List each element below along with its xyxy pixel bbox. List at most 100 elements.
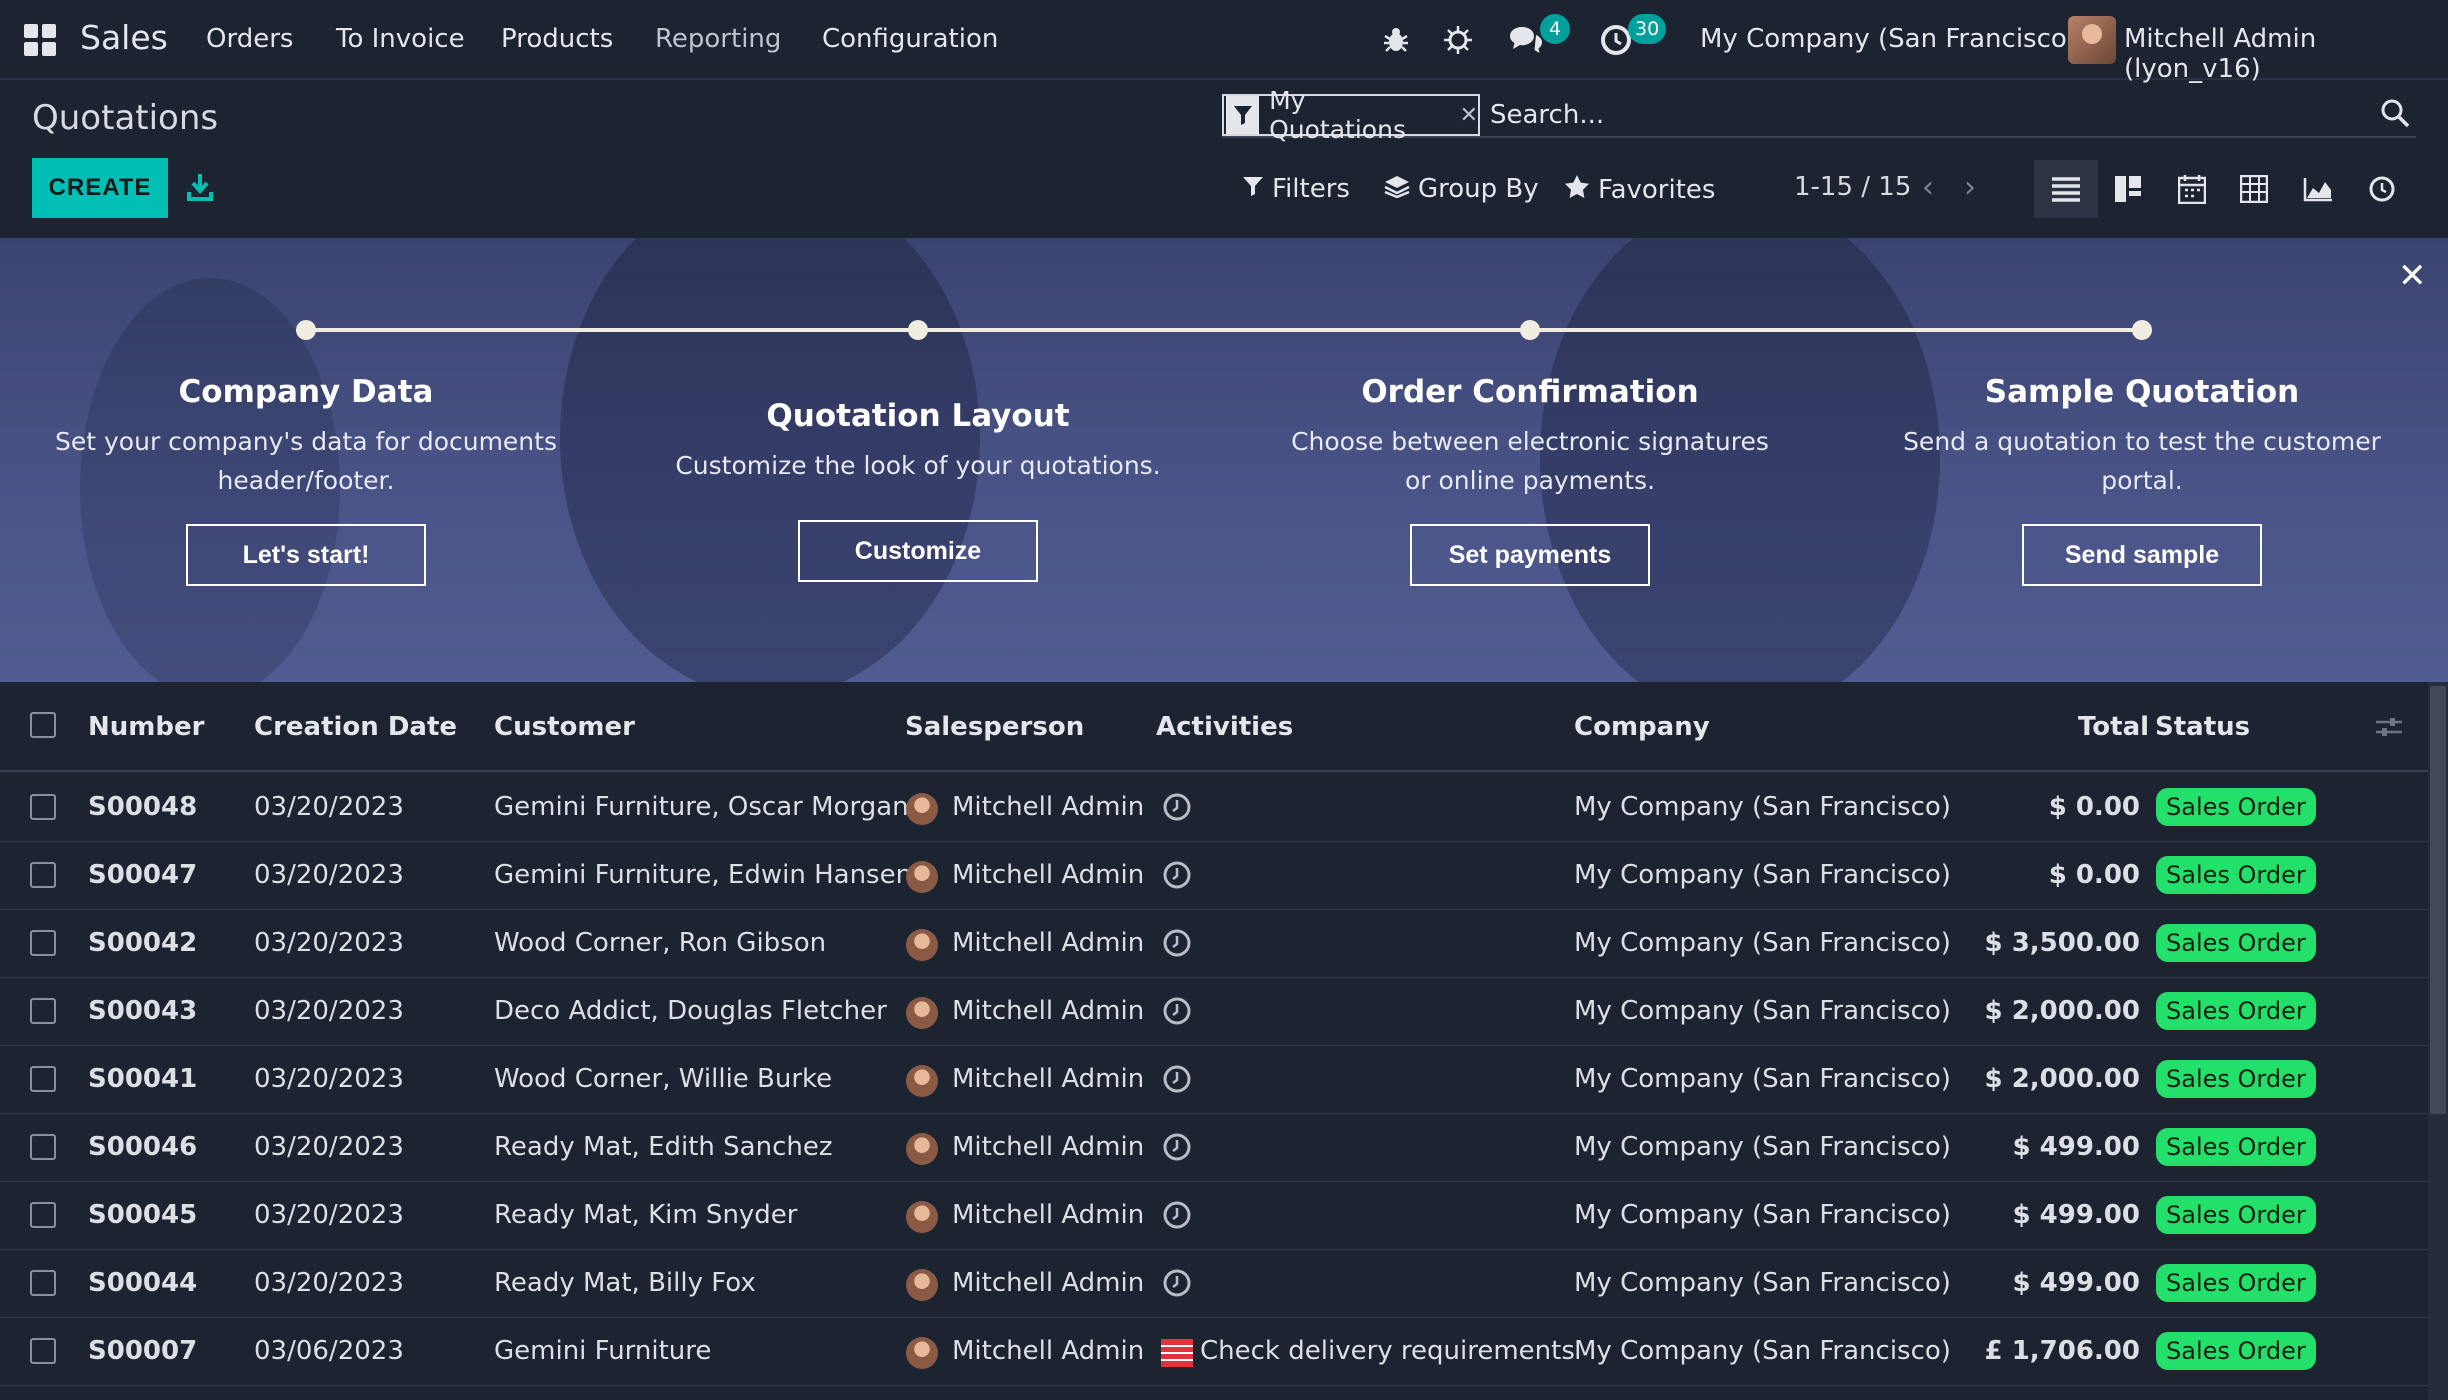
- column-header-customer[interactable]: Customer: [494, 712, 635, 742]
- total-amount: $ 0.00: [2048, 792, 2140, 822]
- create-button[interactable]: CREATE: [32, 158, 168, 218]
- company-name: My Company (San Francisco): [1574, 996, 1951, 1026]
- column-header-status[interactable]: Status: [2155, 712, 2250, 742]
- groupby-button[interactable]: Group By: [1384, 174, 1539, 204]
- salesperson-avatar: [906, 793, 938, 825]
- menu-orders[interactable]: Orders: [206, 24, 293, 54]
- row-checkbox[interactable]: [30, 930, 56, 956]
- optional-columns-icon[interactable]: [2374, 712, 2404, 742]
- favorites-button[interactable]: Favorites: [1564, 174, 1715, 206]
- creation-date: 03/20/2023: [254, 1064, 404, 1094]
- salesperson-avatar: [906, 1337, 938, 1369]
- search-facet[interactable]: My Quotations ✕: [1222, 86, 1480, 144]
- progress-line: [306, 328, 918, 332]
- activity-clock-icon[interactable]: [1162, 1200, 1192, 1230]
- activity-calendar-icon[interactable]: [1160, 1338, 1194, 1368]
- menu-reporting[interactable]: Reporting: [655, 24, 781, 54]
- lets-start-button[interactable]: Let's start!: [186, 524, 426, 586]
- user-avatar[interactable]: [2068, 16, 2116, 64]
- activity-clock-icon[interactable]: [1162, 792, 1192, 822]
- status-badge: Sales Order: [2156, 856, 2316, 894]
- activity-clock-icon[interactable]: [1162, 1064, 1192, 1094]
- row-checkbox[interactable]: [30, 1202, 56, 1228]
- send-sample-button[interactable]: Send sample: [2022, 524, 2262, 586]
- theme-toggle-icon[interactable]: [1440, 22, 1476, 58]
- table-row[interactable]: S00047 03/20/2023 Gemini Furniture, Edwin …: [0, 842, 2428, 910]
- pivot-view-icon[interactable]: [2222, 160, 2286, 218]
- pager-value[interactable]: 1-15 / 15: [1794, 172, 1911, 202]
- table-row[interactable]: S00043 03/20/2023 Deco Addict, Douglas Fle…: [0, 978, 2428, 1046]
- row-checkbox[interactable]: [30, 1270, 56, 1296]
- progress-line: [918, 328, 1530, 332]
- app-brand[interactable]: Sales: [80, 18, 168, 57]
- column-header-company[interactable]: Company: [1574, 712, 1710, 742]
- activity-view-icon[interactable]: [2350, 160, 2414, 218]
- select-all-checkbox[interactable]: [30, 712, 56, 738]
- creation-date: 03/20/2023: [254, 1200, 404, 1230]
- kanban-view-icon[interactable]: [2096, 160, 2160, 218]
- company-name: My Company (San Francisco): [1574, 1132, 1951, 1162]
- row-checkbox[interactable]: [30, 862, 56, 888]
- column-header-activities[interactable]: Activities: [1156, 712, 1293, 742]
- activity-clock-icon[interactable]: [1162, 928, 1192, 958]
- step-desc: or online payments.: [1404, 466, 1656, 495]
- messages-icon[interactable]: [1508, 22, 1544, 58]
- customer-name: Ready Mat, Billy Fox: [494, 1268, 756, 1298]
- table-row[interactable]: S00007 03/06/2023 Gemini Furniture Mitchell…: [0, 1318, 2428, 1386]
- table-scrollbar-thumb[interactable]: [2430, 686, 2446, 1114]
- table-row[interactable]: S00045 03/20/2023 Ready Mat, Kim Snyder Mit…: [0, 1182, 2428, 1250]
- column-header-total[interactable]: Total: [2078, 712, 2149, 742]
- filters-button[interactable]: Filters: [1242, 174, 1350, 204]
- company-switcher[interactable]: My Company (San Francisco): [1700, 24, 2077, 54]
- column-header-creation-date[interactable]: Creation Date: [254, 712, 457, 742]
- step-title-quotation-layout: Quotation Layout: [766, 398, 1070, 434]
- facet-remove-icon[interactable]: ✕: [1460, 103, 1478, 128]
- row-checkbox[interactable]: [30, 998, 56, 1024]
- column-header-salesperson[interactable]: Salesperson: [905, 712, 1084, 742]
- activity-summary[interactable]: Check delivery requirements: [1200, 1336, 1575, 1366]
- salesperson-avatar: [906, 861, 938, 893]
- row-checkbox[interactable]: [30, 1338, 56, 1364]
- column-header-number[interactable]: Number: [88, 712, 204, 742]
- page-title: Quotations: [32, 98, 219, 138]
- graph-view-icon[interactable]: [2286, 160, 2350, 218]
- list-view-icon[interactable]: [2034, 160, 2098, 218]
- creation-date: 03/20/2023: [254, 1132, 404, 1162]
- customize-button[interactable]: Customize: [798, 520, 1038, 582]
- company-name: My Company (San Francisco): [1574, 1200, 1951, 1230]
- activity-clock-icon[interactable]: [1162, 1132, 1192, 1162]
- top-navbar: Sales Orders To Invoice Products Reporti…: [0, 0, 2448, 84]
- row-checkbox[interactable]: [30, 1134, 56, 1160]
- activity-clock-icon[interactable]: [1162, 996, 1192, 1026]
- menu-to-invoice[interactable]: To Invoice: [336, 24, 465, 54]
- table-row[interactable]: S00044 03/20/2023 Ready Mat, Billy Fox Mitc…: [0, 1250, 2428, 1318]
- search-icon[interactable]: [2380, 98, 2410, 128]
- apps-menu-icon[interactable]: [24, 24, 56, 56]
- user-menu[interactable]: Mitchell Admin (lyon_v16): [2124, 24, 2448, 84]
- pager-next-icon[interactable]: ›: [1964, 170, 1976, 205]
- activity-clock-icon[interactable]: [1162, 860, 1192, 890]
- table-row[interactable]: S00042 03/20/2023 Wood Corner, Ron Gibson M…: [0, 910, 2428, 978]
- step-title-sample-quotation: Sample Quotation: [1984, 374, 2300, 410]
- debug-bug-icon[interactable]: [1378, 22, 1414, 58]
- search-bar: My Quotations ✕: [1222, 86, 2416, 144]
- activity-clock-icon[interactable]: [1162, 1268, 1192, 1298]
- row-checkbox[interactable]: [30, 794, 56, 820]
- close-banner-icon[interactable]: ✕: [2398, 256, 2427, 296]
- set-payments-button[interactable]: Set payments: [1410, 524, 1650, 586]
- download-icon[interactable]: [186, 172, 214, 202]
- company-name: My Company (San Francisco): [1574, 792, 1951, 822]
- menu-configuration[interactable]: Configuration: [822, 24, 998, 54]
- search-input[interactable]: [1490, 94, 2350, 136]
- creation-date: 03/20/2023: [254, 1268, 404, 1298]
- step-desc: header/footer.: [217, 466, 395, 495]
- table-row[interactable]: S00048 03/20/2023 Gemini Furniture, Oscar …: [0, 774, 2428, 842]
- table-row[interactable]: S00046 03/20/2023 Ready Mat, Edith Sanchez…: [0, 1114, 2428, 1182]
- table-row[interactable]: S00041 03/20/2023 Wood Corner, Willie Burk…: [0, 1046, 2428, 1114]
- menu-products[interactable]: Products: [501, 24, 613, 54]
- calendar-view-icon[interactable]: [2160, 160, 2224, 218]
- row-checkbox[interactable]: [30, 1066, 56, 1092]
- customer-name: Wood Corner, Ron Gibson: [494, 928, 827, 958]
- pager-previous-icon[interactable]: ‹: [1922, 170, 1934, 205]
- salesperson-name: Mitchell Admin: [952, 1200, 1145, 1230]
